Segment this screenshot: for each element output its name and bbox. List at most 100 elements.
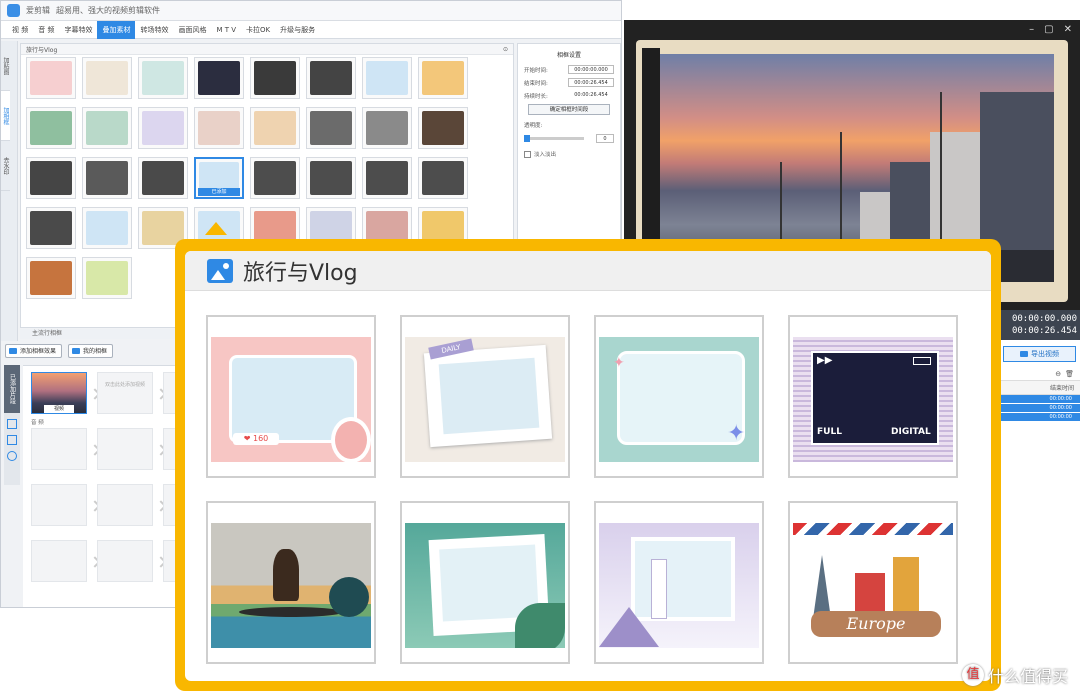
frame-card-mint-sparkle[interactable]: ✦ ✦ [594, 315, 764, 478]
phone-booth-shape [855, 573, 885, 613]
europe-banner: Europe [811, 611, 941, 637]
frame-thumbnail[interactable] [418, 157, 468, 199]
minus-icon[interactable]: ⊖ [1055, 370, 1061, 378]
export-video-button[interactable]: 导出视频 [1003, 346, 1076, 362]
close-button[interactable]: ✕ [1064, 24, 1072, 35]
slider-knob[interactable] [524, 135, 530, 142]
frame-thumbnail[interactable] [26, 207, 76, 249]
menu-upgrade[interactable]: 升级与服务 [275, 21, 320, 39]
start-time-label: 开始时间: [524, 67, 548, 74]
add-clip-placeholder[interactable]: 双击此处添加视频 [97, 372, 153, 414]
end-time-input[interactable]: 00:00:26.454 [568, 78, 614, 87]
maximize-button[interactable]: ▢ [1044, 24, 1053, 35]
frame-card-snow-church[interactable] [594, 501, 764, 664]
fade-checkbox[interactable] [524, 150, 531, 158]
tab-remove-watermark[interactable]: 去水印 [1, 141, 10, 191]
frame-card-pink-phone[interactable]: ❤ 160 [206, 315, 376, 478]
opacity-input[interactable]: 0 [596, 134, 614, 143]
trash-icon[interactable]: 🗑 [1065, 370, 1074, 378]
frame-thumbnail[interactable] [250, 57, 300, 99]
menu-audio[interactable]: 音 频 [33, 21, 59, 39]
frame-thumbnail[interactable] [250, 107, 300, 149]
empty-clip-slot[interactable] [31, 484, 87, 526]
time-row[interactable]: 00:00:00 [999, 395, 1080, 404]
crop-icon[interactable] [7, 419, 17, 429]
frame-thumbnail[interactable] [82, 257, 132, 299]
duration-value: 00:00:26.454 [574, 92, 608, 98]
frame-thumbnail[interactable] [306, 157, 356, 199]
sparkle-icon: ✦ [727, 421, 746, 446]
menu-transitions[interactable]: 转场特效 [135, 21, 173, 39]
menu-subtitle-effects[interactable]: 字幕特效 [59, 21, 97, 39]
frame-thumbnail[interactable] [362, 107, 412, 149]
frame-thumbnail[interactable]: 已添加 [194, 157, 244, 199]
start-time-input[interactable]: 00:00:00.000 [568, 65, 614, 74]
minimize-button[interactable]: – [1029, 24, 1034, 35]
gallery-title: 旅行与Vlog [243, 260, 358, 286]
watermark-text: 什么值得买 [987, 667, 1068, 686]
menu-picture-style[interactable]: 画面风格 [173, 21, 211, 39]
frame-thumbnail[interactable] [138, 107, 188, 149]
frame-thumbnail[interactable] [82, 57, 132, 99]
clip-caption: 视频 [44, 405, 74, 413]
frame-thumbnail[interactable] [138, 57, 188, 99]
street-lamp-shape [780, 162, 782, 242]
frame-card-green-tropical[interactable] [400, 501, 570, 664]
time-row[interactable]: 00:00:00 [999, 413, 1080, 422]
frame-thumbnail[interactable] [82, 157, 132, 199]
frame-thumbnail[interactable] [250, 157, 300, 199]
frame-card-europe[interactable]: Europe [788, 501, 958, 664]
close-icon[interactable]: ⊙ [503, 46, 508, 53]
frame-thumbnail[interactable] [306, 57, 356, 99]
tab-add-frame[interactable]: 加相框 [1, 91, 10, 141]
empty-clip-slot[interactable] [97, 484, 153, 526]
confirm-time-button[interactable]: 确定相框时间段 [528, 104, 610, 115]
frame-thumbnail[interactable] [418, 57, 468, 99]
frame-thumbnail[interactable] [362, 157, 412, 199]
menu-video[interactable]: 视 频 [7, 21, 33, 39]
added-clips-tab[interactable]: 已添加片段 [4, 365, 20, 413]
frame-thumbnail[interactable] [194, 57, 244, 99]
video-clip-thumbnail[interactable]: 视频 [31, 372, 87, 414]
flower-shape [329, 577, 369, 617]
frame-thumbnail[interactable] [138, 157, 188, 199]
empty-clip-slot[interactable] [97, 428, 153, 470]
thumbnail-art [86, 261, 128, 295]
frame-thumbnail[interactable] [362, 57, 412, 99]
added-tag: 已添加 [198, 188, 240, 196]
frame-thumbnail[interactable] [194, 107, 244, 149]
thumbnail-art [422, 61, 464, 95]
frame-card-daily[interactable]: DAILY [400, 315, 570, 478]
tab-add-sticker[interactable]: 加贴图 [1, 41, 10, 91]
frame-thumbnail[interactable] [306, 107, 356, 149]
opacity-slider[interactable] [524, 135, 584, 142]
frame-card-digital[interactable]: ▶▶ FULL DIGITAL [788, 315, 958, 478]
leaf-shape [515, 603, 565, 648]
total-time: 00:00:26.454 [1011, 326, 1077, 336]
frame-thumbnail[interactable] [82, 207, 132, 249]
menu-karaoke[interactable]: 卡拉OK [241, 21, 275, 39]
empty-clip-slot[interactable] [97, 540, 153, 582]
image-icon[interactable] [7, 435, 17, 445]
thumbnail-art [86, 161, 128, 195]
frame-card-surfer[interactable] [206, 501, 376, 664]
empty-clip-slot[interactable] [31, 428, 87, 470]
thumbnail-art [310, 161, 352, 195]
frame-thumbnail[interactable] [26, 257, 76, 299]
thumbnail-art [422, 161, 464, 195]
frame-thumbnail[interactable] [26, 157, 76, 199]
menu-overlay-materials[interactable]: 叠加素材 [97, 20, 136, 39]
time-row[interactable]: 00:00:00 [999, 404, 1080, 413]
thumbnail-art [310, 61, 352, 95]
menu-mtv[interactable]: M T V [211, 21, 241, 39]
empty-clip-slot[interactable] [31, 540, 87, 582]
effect-icon[interactable] [7, 451, 17, 461]
add-frame-effect-button[interactable]: 添加相框效果 [5, 344, 63, 358]
frame-thumbnail[interactable] [82, 107, 132, 149]
frame-thumbnail[interactable] [26, 57, 76, 99]
frame-thumbnail[interactable] [26, 107, 76, 149]
thumbnail-art [142, 61, 184, 95]
gallery-body: 旅行与Vlog ❤ 160 DAILY ✦ ✦ ▶▶ FULL DIGITAL … [185, 251, 991, 681]
frame-thumbnail[interactable] [418, 107, 468, 149]
my-frames-button[interactable]: 我的相框 [68, 344, 114, 358]
